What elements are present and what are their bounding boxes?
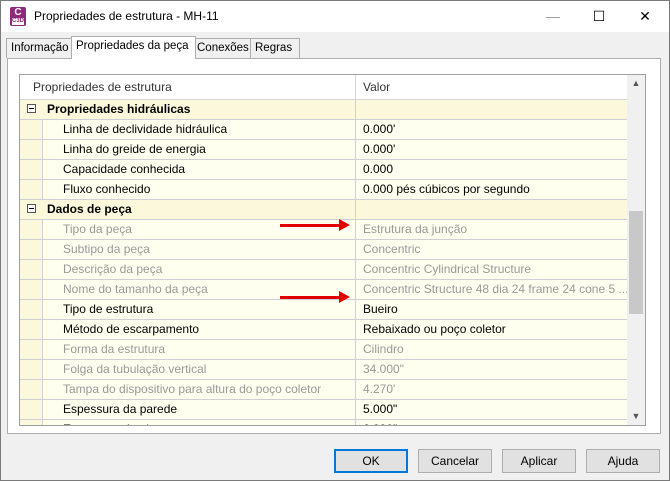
property-name: Tampa do dispositivo para altura do poço… (42, 380, 355, 399)
row-gutter (20, 400, 42, 419)
row-gutter (20, 220, 42, 239)
property-row[interactable]: Método de escarpamento Rebaixado ou poço … (20, 320, 627, 340)
group-value (355, 200, 627, 219)
property-value: Concentric Cylindrical Structure (355, 260, 627, 279)
collapse-minus-icon[interactable] (27, 204, 36, 213)
scroll-down-icon[interactable]: ▼ (627, 408, 645, 425)
property-name: Linha do greide de energia (42, 140, 355, 159)
row-gutter (20, 320, 42, 339)
ok-button[interactable]: OK (334, 449, 408, 473)
property-row[interactable]: Espessura do piso6.000" (20, 420, 627, 425)
scroll-up-icon[interactable]: ▲ (627, 75, 645, 92)
header-value[interactable]: Valor (363, 75, 390, 99)
property-name: Linha de declividade hidráulica (42, 120, 355, 139)
minimize-button[interactable]: — (530, 1, 576, 32)
tab-conexoes[interactable]: Conexões (192, 38, 256, 58)
civil3d-app-icon: C C3D (10, 7, 26, 26)
property-row[interactable]: Linha do greide de energia 0.000' (20, 140, 627, 160)
scrollbar-thumb[interactable] (629, 211, 643, 314)
property-row[interactable]: Subtipo da peça Concentric (20, 240, 627, 260)
vertical-scrollbar[interactable]: ▲ ▼ (627, 75, 645, 425)
property-value[interactable]: 0.000 pés cúbicos por segundo (355, 180, 627, 199)
property-value[interactable]: 0.000 (355, 160, 627, 179)
property-grid: Propriedades de estrutura Valor Propried… (19, 74, 646, 426)
property-name: Forma da estrutura (42, 340, 355, 359)
property-value: Cilindro (355, 340, 627, 359)
property-row[interactable]: Fluxo conhecido 0.000 pés cúbicos por seg… (20, 180, 627, 200)
property-name: Descrição da peça (42, 260, 355, 279)
tab-propriedades-da-peca[interactable]: Propriedades da peça (71, 36, 196, 59)
window-title: Propriedades de estrutura - MH-11 (34, 9, 219, 23)
header-property[interactable]: Propriedades de estrutura (33, 75, 172, 99)
tab-regras[interactable]: Regras (250, 38, 300, 58)
title-bar[interactable]: C C3D Propriedades de estrutura - MH-11 … (1, 1, 669, 32)
property-name: Folga da tubulação vertical (42, 360, 355, 379)
grid-rows: Propriedades hidráulicas Linha de declivi… (20, 100, 627, 425)
group-label: Dados de peça (47, 202, 132, 216)
row-gutter (20, 120, 42, 139)
app-icon-version: C3D (12, 18, 25, 25)
property-name: Capacidade conhecida (42, 160, 355, 179)
header-divider[interactable] (355, 75, 356, 99)
collapse-minus-icon[interactable] (27, 104, 36, 113)
property-row[interactable]: Capacidade conhecida 0.000 (20, 160, 627, 180)
property-name: Subtipo da peça (42, 240, 355, 259)
property-row[interactable]: Tipo de estrutura Bueiro (20, 300, 627, 320)
property-value[interactable]: 0.000' (355, 140, 627, 159)
apply-button[interactable]: Aplicar (502, 449, 576, 473)
row-gutter (20, 180, 42, 199)
property-value[interactable]: 0.000' (355, 120, 627, 139)
property-value: 34.000" (355, 360, 627, 379)
row-gutter (20, 340, 42, 359)
property-name: Espessura da parede (42, 400, 355, 419)
property-value[interactable]: Rebaixado ou poço coletor (355, 320, 627, 339)
property-row[interactable]: Folga da tubulação vertical 34.000" (20, 360, 627, 380)
cancel-button[interactable]: Cancelar (418, 449, 492, 473)
close-button[interactable]: ✕ (622, 1, 668, 32)
row-gutter (20, 240, 42, 259)
property-row[interactable]: Forma da estrutura Cilindro (20, 340, 627, 360)
property-value[interactable]: 6.000" (355, 420, 627, 425)
property-name: Método de escarpamento (42, 320, 355, 339)
property-value: 4.270' (355, 380, 627, 399)
row-gutter (20, 360, 42, 379)
property-name: Tipo da peça (42, 220, 355, 239)
annotation-arrow-icon (280, 291, 350, 303)
property-row[interactable]: Tipo da peça Estrutura da junção (20, 220, 627, 240)
app-icon-letter: C (14, 7, 22, 18)
row-gutter (20, 300, 42, 319)
property-value: Concentric (355, 240, 627, 259)
tab-informacao[interactable]: Informação (6, 38, 77, 58)
group-row[interactable]: Dados de peça (20, 200, 627, 220)
property-row[interactable]: Linha de declividade hidráulica 0.000' (20, 120, 627, 140)
property-value: Concentric Structure 48 dia 24 frame 24 … (355, 280, 627, 299)
grid-header: Propriedades de estrutura Valor (20, 75, 645, 100)
row-gutter (20, 140, 42, 159)
row-gutter (20, 420, 42, 425)
row-gutter (20, 280, 42, 299)
help-button[interactable]: Ajuda (586, 449, 660, 473)
maximize-button[interactable]: ☐ (576, 1, 622, 32)
property-value[interactable]: 5.000" (355, 400, 627, 419)
property-row[interactable]: Espessura da parede 5.000" (20, 400, 627, 420)
property-name: Tipo de estrutura (42, 300, 355, 319)
property-row[interactable]: Tampa do dispositivo para altura do poço… (20, 380, 627, 400)
property-value[interactable]: Bueiro (355, 300, 627, 319)
property-value: Estrutura da junção (355, 220, 627, 239)
group-row[interactable]: Propriedades hidráulicas (20, 100, 627, 120)
group-value (355, 100, 627, 119)
property-name: Fluxo conhecido (42, 180, 355, 199)
row-gutter (20, 380, 42, 399)
group-label: Propriedades hidráulicas (47, 102, 191, 116)
annotation-arrow-icon (280, 219, 350, 231)
property-name: Espessura do piso (42, 420, 355, 425)
row-gutter (20, 260, 42, 279)
property-row[interactable]: Descrição da peça Concentric Cylindrical … (20, 260, 627, 280)
row-gutter (20, 160, 42, 179)
